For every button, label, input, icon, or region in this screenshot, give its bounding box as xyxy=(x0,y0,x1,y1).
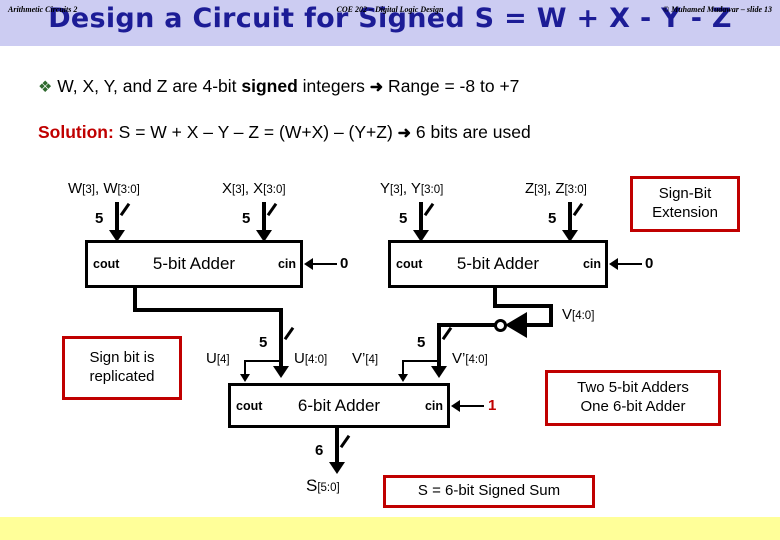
callout-sum-note: S = 6-bit Signed Sum xyxy=(383,475,595,508)
adder-main-6bit-cin: cin xyxy=(424,398,443,413)
bus-slash-z-icon xyxy=(572,202,584,217)
wire-u4-tap-h xyxy=(244,360,280,362)
callout-sign-bit-replicated-line1: Sign bit is xyxy=(89,349,155,367)
bus-width-u: 5 xyxy=(259,334,268,351)
input-label-z: Z[3], Z[3:0] xyxy=(525,180,587,197)
bus-slash-vp-icon xyxy=(441,326,453,341)
callout-adder-count: Two 5-bit Adders One 6-bit Adder xyxy=(545,370,721,426)
bus-width-y: 5 xyxy=(399,210,408,227)
arrowhead-cin-main6-icon xyxy=(451,400,460,412)
callout-adder-count-line1: Two 5-bit Adders xyxy=(577,379,689,397)
cin-value-main6: 1 xyxy=(488,397,497,414)
arrowhead-u4-icon xyxy=(240,374,250,382)
callout-sign-bit-extension: Sign-Bit Extension xyxy=(630,176,740,232)
bus-slash-u-icon xyxy=(283,326,295,341)
signal-label-u4: U[4] xyxy=(206,350,230,367)
cin-value-right5: 0 xyxy=(645,255,654,272)
solution-text-a: S = W + X – Y – Z = (W+X) – (Y+Z) xyxy=(113,122,398,142)
bus-width-sum: 6 xyxy=(315,442,324,459)
bullet-range-text-c: Range = -8 to +7 xyxy=(383,76,520,96)
bullet-range-text-b: integers xyxy=(297,76,370,96)
wire-cin-left5 xyxy=(313,263,337,265)
input-label-x: X[3], X[3:0] xyxy=(222,180,286,197)
adder-main-6bit[interactable]: 6-bit Adder cout cin xyxy=(228,383,450,428)
adder-left-5bit[interactable]: 5-bit Adder cout cin xyxy=(85,240,303,288)
adder-left-5bit-label: 5-bit Adder xyxy=(152,254,236,273)
bullet-range-text-a: W, X, Y, and Z are 4-bit xyxy=(57,76,242,96)
wire-y-input xyxy=(419,202,423,232)
adder-main-6bit-label: 6-bit Adder xyxy=(297,395,381,415)
solution-text-b: 6 bits are used xyxy=(411,122,531,142)
bullet-range: ❖ W, X, Y, and Z are 4-bit signed intege… xyxy=(38,76,758,97)
wire-u-jog xyxy=(133,308,283,312)
adder-right-5bit[interactable]: 5-bit Adder cout cin xyxy=(388,240,608,288)
callout-sum-note-line1: S = 6-bit Signed Sum xyxy=(417,482,561,500)
wire-z-input xyxy=(568,202,572,232)
adder-right-5bit-cout: cout xyxy=(396,257,423,271)
wire-x-input xyxy=(262,202,266,232)
bullet-range-signed: signed xyxy=(241,76,298,96)
callout-adder-count-line2: One 6-bit Adder xyxy=(580,398,686,415)
callout-sign-bit-replicated-line2: replicated xyxy=(89,368,155,385)
inverter-triangle-icon xyxy=(505,312,527,338)
wire-v-right xyxy=(493,304,553,308)
solution-label: Solution: xyxy=(38,122,114,142)
callout-sign-bit-replicated: Sign bit is replicated xyxy=(62,336,182,400)
bus-width-z: 5 xyxy=(548,210,557,227)
wire-cin-right5 xyxy=(618,263,642,265)
bus-slash-w-icon xyxy=(119,202,131,217)
arrowhead-cin-left5-icon xyxy=(304,258,313,270)
footer-right: © Muhamed Mudawar – slide 13 xyxy=(663,5,772,14)
arrowhead-u40-icon xyxy=(273,366,289,378)
bus-slash-sum-icon xyxy=(339,434,351,449)
adder-right-5bit-cin: cin xyxy=(582,257,601,271)
signal-label-s50: S[5:0] xyxy=(306,476,340,495)
bullet-solution: Solution: S = W + X – Y – Z = (W+X) – (Y… xyxy=(38,122,768,143)
wire-vp4-tap-h xyxy=(402,360,438,362)
cin-value-left5: 0 xyxy=(340,255,349,272)
wire-vp-left xyxy=(437,323,497,327)
input-label-y: Y[3], Y[3:0] xyxy=(380,180,444,197)
arrow-right-icon: ➜ xyxy=(369,79,384,96)
bus-slash-y-icon xyxy=(423,202,435,217)
wire-cin-main6 xyxy=(460,405,484,407)
callout-sign-bit-extension-line1: Sign-Bit xyxy=(658,185,712,203)
arrowhead-vp40-icon xyxy=(431,366,447,378)
signal-label-vp40: V’[4:0] xyxy=(452,350,488,367)
signal-label-vp4: V’[4] xyxy=(352,350,379,367)
adder-left-5bit-cin: cin xyxy=(277,257,296,271)
wire-w-input xyxy=(115,202,119,232)
arrow-right-icon-2: ➜ xyxy=(397,125,412,142)
slide: Design a Circuit for Signed S = W + X - … xyxy=(0,0,780,540)
bus-width-w: 5 xyxy=(95,210,104,227)
arrowhead-vp4-icon xyxy=(398,374,408,382)
signal-label-v40: V[4:0] xyxy=(562,306,595,323)
bullet-marker-icon: ❖ xyxy=(38,79,53,96)
adder-left-5bit-cout: cout xyxy=(93,257,120,271)
wire-inv-input xyxy=(527,323,553,327)
callout-sign-bit-extension-line2: Extension xyxy=(652,204,718,221)
arrowhead-cin-right5-icon xyxy=(609,258,618,270)
bus-width-x: 5 xyxy=(242,210,251,227)
adder-right-5bit-label: 5-bit Adder xyxy=(456,254,540,273)
bus-slash-x-icon xyxy=(266,202,278,217)
footer-bar xyxy=(0,517,780,540)
input-label-w: W[3], W[3:0] xyxy=(68,180,140,197)
bus-width-vp: 5 xyxy=(417,334,426,351)
signal-label-u40: U[4:0] xyxy=(294,350,328,367)
arrowhead-sum-icon xyxy=(329,462,345,474)
adder-main-6bit-cout: cout xyxy=(236,398,263,413)
